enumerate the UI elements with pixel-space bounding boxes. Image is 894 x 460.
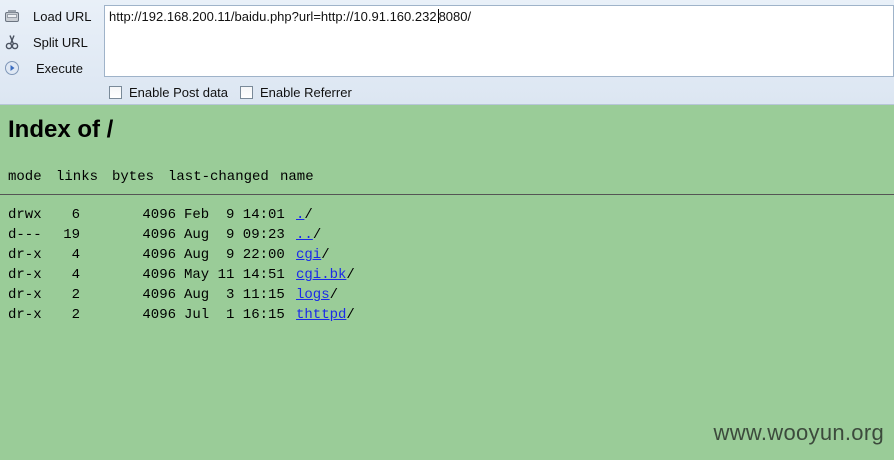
enable-referrer-label: Enable Referrer: [260, 84, 352, 100]
row-name: thttpd/: [296, 307, 355, 323]
watermark: www.wooyun.org: [713, 420, 884, 445]
row-name-suffix: /: [329, 287, 339, 303]
row-name-link[interactable]: thttpd: [296, 307, 346, 323]
row-bytes: 4096: [142, 207, 176, 223]
row-bytes: 4096: [142, 227, 176, 243]
row-name-suffix: /: [321, 247, 330, 263]
table-row: dr-x 4 4096 May 11 14:51 cgi.bk/: [8, 267, 888, 285]
enable-referrer-option[interactable]: Enable Referrer: [240, 84, 352, 100]
row-last-changed: Feb 9 14:01: [184, 207, 285, 223]
row-bytes: 4096: [142, 247, 176, 263]
table-row: drwx 6 4096 Feb 9 14:01 ./: [8, 207, 888, 225]
table-row: dr-x 2 4096 Jul 1 16:15 thttpd/: [8, 307, 888, 325]
enable-post-data-checkbox[interactable]: [109, 85, 122, 99]
url-text-after-caret: 8080/: [438, 9, 472, 24]
row-mode: dr-x: [8, 307, 42, 323]
row-name: cgi/: [296, 247, 330, 263]
row-links: 4: [71, 267, 80, 283]
header-last-changed: last-changed: [168, 169, 269, 185]
enable-post-data-label: Enable Post data: [129, 84, 229, 100]
row-bytes: 4096: [142, 307, 176, 323]
load-url-button[interactable]: Load URL: [0, 5, 100, 27]
row-mode: dr-x: [8, 287, 42, 303]
row-last-changed: Aug 9 09:23: [184, 227, 285, 243]
url-text-before-caret: http://192.168.200.11/baidu.php?url=http…: [109, 9, 437, 24]
row-name: cgi.bk/: [296, 267, 355, 283]
row-name-suffix: /: [312, 227, 322, 243]
row-name-link[interactable]: logs: [296, 287, 330, 303]
table-row: d--- 19 4096 Aug 9 09:23 ../: [8, 227, 888, 245]
hackbar-toolbar: Load URL Split URL Execute http://192.16…: [0, 0, 894, 105]
row-mode: dr-x: [8, 247, 42, 263]
row-last-changed: Aug 3 11:15: [184, 287, 285, 303]
row-name-link[interactable]: cgi.bk: [296, 267, 346, 283]
execute-label: Execute: [36, 60, 83, 76]
load-url-icon: [4, 8, 20, 24]
row-last-changed: Jul 1 16:15: [184, 307, 285, 323]
row-name-link[interactable]: cgi: [296, 247, 321, 263]
enable-referrer-checkbox[interactable]: [240, 85, 253, 99]
row-bytes: 4096: [142, 267, 176, 283]
split-url-button[interactable]: Split URL: [0, 31, 100, 53]
listing-header-row: mode links bytes last-changed name: [8, 169, 314, 187]
header-name: name: [280, 169, 314, 185]
page-title: Index of /: [8, 116, 114, 143]
load-url-label: Load URL: [33, 8, 92, 24]
row-name: ./: [296, 207, 313, 223]
row-name-suffix: /: [346, 267, 355, 283]
row-links: 6: [71, 207, 80, 223]
row-bytes: 4096: [142, 287, 176, 303]
row-links: 2: [71, 307, 80, 323]
url-textarea[interactable]: http://192.168.200.11/baidu.php?url=http…: [104, 5, 894, 77]
row-name-suffix: /: [304, 207, 313, 223]
row-name-suffix: /: [346, 307, 355, 323]
row-mode: dr-x: [8, 267, 42, 283]
row-links: 19: [63, 227, 80, 243]
row-mode: drwx: [8, 207, 42, 223]
header-bytes: bytes: [112, 169, 155, 185]
row-name: ../: [296, 227, 321, 243]
row-links: 2: [71, 287, 80, 303]
enable-post-data-option[interactable]: Enable Post data: [109, 84, 228, 100]
execute-button[interactable]: Execute: [0, 57, 100, 79]
row-name: logs/: [296, 287, 338, 303]
split-url-label: Split URL: [33, 34, 88, 50]
row-last-changed: May 11 14:51: [184, 267, 285, 283]
row-mode: d---: [8, 227, 42, 243]
execute-icon: [4, 60, 20, 76]
row-name-link[interactable]: ..: [296, 227, 313, 243]
table-row: dr-x 2 4096 Aug 3 11:15 logs/: [8, 287, 888, 305]
row-links: 4: [71, 247, 80, 263]
split-url-icon: [4, 34, 20, 50]
header-divider: [0, 194, 894, 195]
table-row: dr-x 4 4096 Aug 9 22:00 cgi/: [8, 247, 888, 265]
row-last-changed: Aug 9 22:00: [184, 247, 285, 263]
header-links: links: [56, 169, 99, 185]
header-mode: mode: [8, 169, 42, 185]
